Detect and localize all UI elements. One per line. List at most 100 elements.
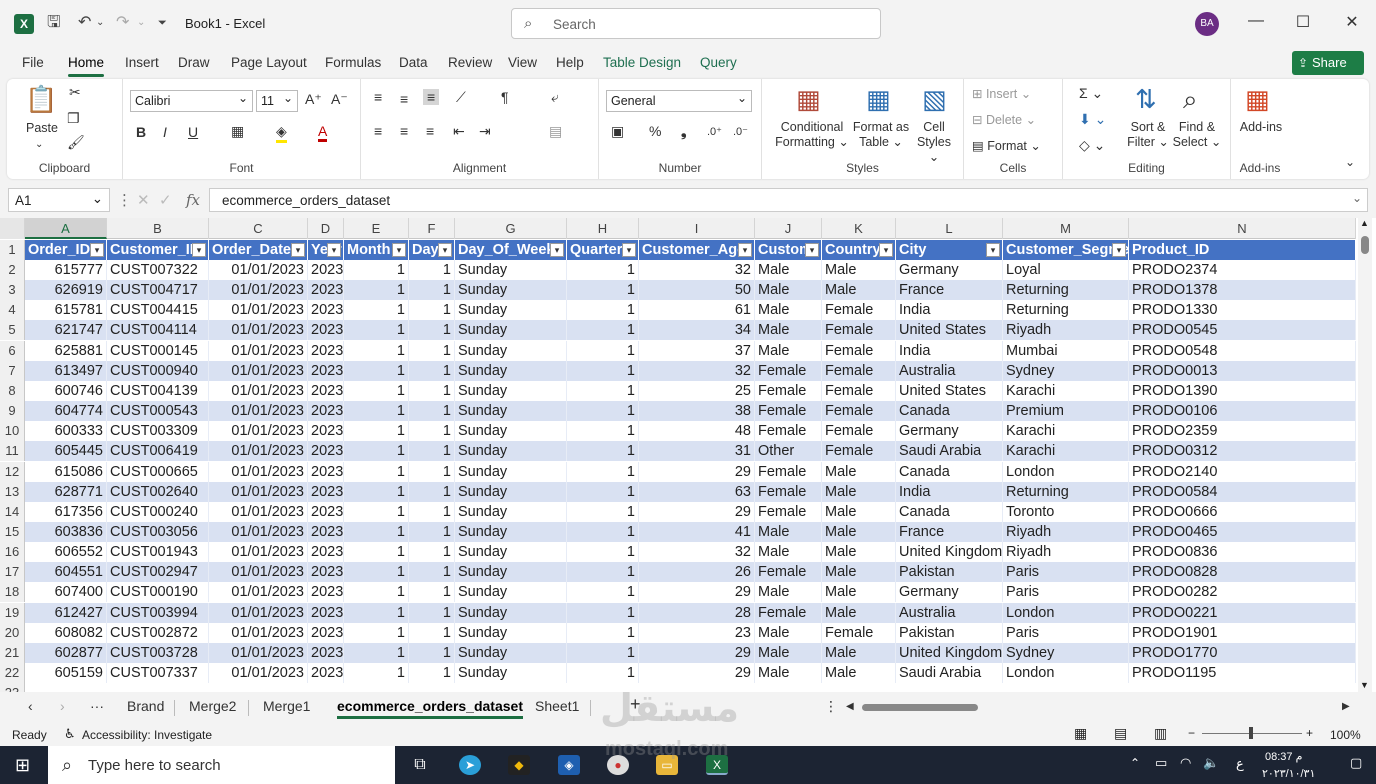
cell[interactable]: 01/01/2023: [209, 481, 308, 502]
paste-icon[interactable]: 📋: [25, 85, 57, 113]
cell[interactable]: 01/01/2023: [209, 562, 308, 583]
cell[interactable]: 1: [409, 260, 455, 280]
filter-dropdown-icon[interactable]: ▾: [805, 243, 819, 257]
cell[interactable]: 1: [409, 300, 455, 321]
cell[interactable]: 1: [344, 521, 409, 542]
cell[interactable]: Female: [755, 602, 822, 623]
save-icon[interactable]: 🖫: [47, 13, 61, 33]
cell[interactable]: 1: [567, 300, 639, 321]
cell[interactable]: 1: [409, 622, 455, 643]
cell[interactable]: 1: [409, 481, 455, 502]
cell[interactable]: 61: [639, 300, 755, 321]
cell[interactable]: PRODO0836: [1129, 542, 1356, 563]
filter-dropdown-icon[interactable]: ▾: [291, 243, 305, 257]
prev-sheet-icon[interactable]: ‹: [28, 698, 33, 714]
cell[interactable]: Male: [822, 260, 896, 280]
bold-button[interactable]: B: [136, 124, 146, 140]
search-box[interactable]: ⌕ Search: [511, 8, 881, 39]
row-number[interactable]: 2: [0, 260, 25, 280]
increase-decimal-icon[interactable]: .0⁺: [707, 125, 722, 138]
tab-page-layout[interactable]: Page Layout: [231, 55, 307, 70]
cell[interactable]: Male: [755, 320, 822, 341]
cell[interactable]: 01/01/2023: [209, 441, 308, 462]
cell[interactable]: Sunday: [455, 501, 567, 522]
cell[interactable]: 1: [409, 340, 455, 361]
delete-cells-button[interactable]: ⊟ Delete ⌄: [972, 113, 1036, 128]
cell[interactable]: 2023: [308, 582, 344, 603]
tab-draw[interactable]: Draw: [178, 55, 210, 70]
cell[interactable]: 1: [344, 280, 409, 301]
cell[interactable]: Sunday: [455, 582, 567, 603]
cell[interactable]: London: [1003, 663, 1129, 683]
customize-toolbar-icon[interactable]: ⏷: [158, 13, 167, 33]
expand-formula-icon[interactable]: ⌄: [1352, 191, 1362, 205]
cell[interactable]: 25: [639, 380, 755, 401]
cell[interactable]: CUST002872: [107, 622, 209, 643]
cell[interactable]: 1: [344, 300, 409, 321]
column-title[interactable]: Order_Date ▾: [209, 240, 308, 260]
row-number[interactable]: 6: [0, 340, 25, 361]
windows-start-icon[interactable]: ⊞: [15, 755, 30, 776]
collapse-ribbon-icon[interactable]: ⌄: [1345, 155, 1355, 169]
addins-button[interactable]: Add-ins: [1235, 120, 1287, 135]
cell[interactable]: PRODO0465: [1129, 521, 1356, 542]
cell[interactable]: Male: [755, 521, 822, 542]
cell[interactable]: 1: [409, 521, 455, 542]
align-bottom-icon[interactable]: ≡: [423, 89, 440, 105]
cell[interactable]: Sydney: [1003, 642, 1129, 663]
cell[interactable]: 29: [639, 642, 755, 663]
cell[interactable]: 1: [567, 562, 639, 583]
clock-time[interactable]: 08:37 م: [1265, 750, 1302, 763]
cell[interactable]: 1: [344, 602, 409, 623]
cell[interactable]: Female: [822, 401, 896, 422]
cell[interactable]: 1: [344, 380, 409, 401]
tab-query[interactable]: Query: [700, 55, 737, 70]
cell[interactable]: Mumbai: [1003, 340, 1129, 361]
cell[interactable]: 01/01/2023: [209, 340, 308, 361]
cell[interactable]: 1: [409, 542, 455, 563]
cell[interactable]: Sunday: [455, 441, 567, 462]
cell[interactable]: Female: [822, 421, 896, 442]
cell[interactable]: CUST001943: [107, 542, 209, 563]
horizontal-scrollbar[interactable]: [858, 704, 1346, 711]
zoom-in-icon[interactable]: +: [1306, 726, 1313, 740]
scroll-left-icon[interactable]: ◀: [846, 701, 854, 712]
clock-date[interactable]: ٢٠٢٣/١٠/٣١: [1262, 767, 1315, 780]
font-name-dropdown[interactable]: Calibri: [130, 90, 253, 112]
cell[interactable]: Sunday: [455, 300, 567, 321]
cell[interactable]: 32: [639, 360, 755, 381]
cell[interactable]: CUST004114: [107, 320, 209, 341]
cell[interactable]: Male: [822, 501, 896, 522]
row-number[interactable]: 23: [0, 683, 25, 692]
cell[interactable]: Female: [822, 340, 896, 361]
column-header-i[interactable]: I: [639, 218, 755, 239]
cell[interactable]: 2023: [308, 300, 344, 321]
cell[interactable]: 2023: [308, 280, 344, 301]
sheet-tab-merge1[interactable]: Merge1: [263, 698, 310, 714]
cell[interactable]: PRODO0828: [1129, 562, 1356, 583]
row-number[interactable]: 22: [0, 663, 25, 683]
cell[interactable]: 613497: [25, 360, 107, 381]
vertical-scroll-thumb[interactable]: [1361, 236, 1369, 254]
column-title[interactable]: Year▾: [308, 240, 344, 260]
cell[interactable]: United States: [896, 320, 1003, 341]
cell[interactable]: 2023: [308, 421, 344, 442]
column-header-e[interactable]: E: [344, 218, 409, 239]
spreadsheet-grid[interactable]: ABCDEFGHIJKLMN 1 Order_ID ▾ Customer_ID ▾ Ord…: [0, 218, 1376, 692]
insert-cells-button[interactable]: ⊞ Insert ⌄: [972, 87, 1031, 102]
cell[interactable]: 1: [567, 380, 639, 401]
cell[interactable]: PRODO1390: [1129, 380, 1356, 401]
cell[interactable]: Saudi Arabia: [896, 441, 1003, 462]
cell[interactable]: 2023: [308, 380, 344, 401]
filter-dropdown-icon[interactable]: ▾: [327, 243, 341, 257]
cell[interactable]: 1: [567, 663, 639, 683]
column-header-l[interactable]: L: [896, 218, 1003, 239]
cell[interactable]: Female: [822, 441, 896, 462]
format-painter-icon[interactable]: 🖌: [67, 134, 85, 151]
zoom-slider-thumb[interactable]: [1249, 727, 1253, 739]
cell[interactable]: CUST003309: [107, 421, 209, 442]
column-title[interactable]: Day_Of_Week ▾: [455, 240, 567, 260]
normal-view-icon[interactable]: ▦: [1074, 725, 1087, 742]
tray-chevron-icon[interactable]: ⌃: [1130, 756, 1140, 770]
cell[interactable]: Sunday: [455, 461, 567, 482]
